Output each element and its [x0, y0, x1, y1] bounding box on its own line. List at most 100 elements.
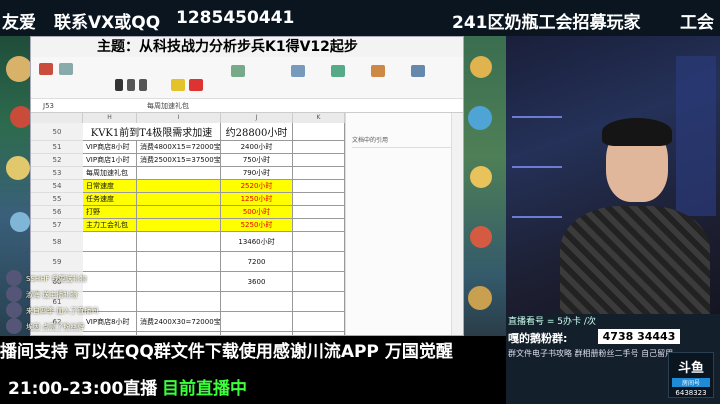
banner-contact: 联系VX或QQ — [54, 13, 161, 33]
font-color-icon[interactable] — [189, 79, 203, 91]
avatar — [6, 286, 22, 302]
spreadsheet-cell[interactable] — [293, 141, 345, 154]
row-header[interactable]: 50 — [31, 123, 83, 141]
avatar — [6, 270, 22, 286]
formula-content[interactable]: 每周加速礼包 — [147, 99, 189, 113]
spreadsheet-cell[interactable] — [293, 154, 345, 167]
cell-reference[interactable]: J53 — [43, 99, 83, 113]
spreadsheet-cell[interactable]: 13460小时 — [221, 232, 293, 252]
spreadsheet-cell[interactable] — [293, 206, 345, 219]
spreadsheet-cell[interactable] — [137, 180, 221, 193]
spreadsheet-cell[interactable]: VIP商店1小时 — [83, 154, 137, 167]
chat-message: 埃因 点亮了粉丝牌 — [26, 323, 85, 331]
row-header[interactable]: 56 — [31, 206, 83, 219]
paste-icon[interactable] — [39, 63, 53, 75]
spreadsheet-cell[interactable] — [293, 219, 345, 232]
merge-icon[interactable] — [291, 65, 305, 77]
spreadsheet-cell[interactable]: 约28800小时 — [221, 123, 293, 141]
logo-text: 斗鱼 — [677, 361, 704, 376]
streamer-body — [560, 206, 710, 314]
spreadsheet-cell[interactable] — [137, 193, 221, 206]
corner-header — [31, 113, 83, 123]
spreadsheet-cell[interactable]: 2400小时 — [221, 141, 293, 154]
banner-recruit: 241区奶瓶工会招募玩家 — [452, 13, 641, 33]
spreadsheet-cell[interactable] — [83, 252, 137, 272]
sort-icon[interactable] — [411, 65, 425, 77]
italic-icon[interactable] — [127, 79, 135, 91]
spreadsheet-cell[interactable]: KVK1前到T4极限需求加速 — [83, 123, 221, 141]
fan-group-number: 4738 34443 — [598, 329, 680, 344]
spreadsheet-cell[interactable] — [221, 312, 293, 332]
spreadsheet-cell[interactable] — [293, 252, 345, 272]
banner-qq: 1285450441 — [176, 8, 295, 28]
row-header[interactable]: 52 — [31, 154, 83, 167]
room-label: 房间号 — [672, 378, 710, 387]
spreadsheet-cell[interactable]: 1250小时 — [221, 193, 293, 206]
spreadsheet-cell[interactable] — [293, 312, 345, 332]
spreadsheet-cell[interactable] — [293, 180, 345, 193]
schedule-time: 21:00-23:00直播 — [8, 379, 158, 399]
rate-text: 直播看号 = 5办卡 /次 — [508, 317, 596, 327]
spreadsheet-cell[interactable] — [221, 292, 293, 312]
spreadsheet-cell[interactable]: 日常速度 — [83, 180, 137, 193]
spreadsheet-cell[interactable] — [83, 232, 137, 252]
insert-icon[interactable] — [371, 65, 385, 77]
douyu-logo: 斗鱼 房间号 6438323 — [668, 352, 714, 398]
schedule-bar: 21:00-23:00直播 目前直播中 — [0, 368, 506, 404]
spreadsheet-cell[interactable] — [137, 252, 221, 272]
column-header[interactable]: J — [221, 113, 293, 123]
spreadsheet-cell[interactable]: 消费2500X15=37500宝石 — [137, 154, 221, 167]
column-header[interactable]: K — [293, 113, 345, 123]
spreadsheet-cell[interactable]: 790小时 — [221, 167, 293, 180]
chat-message: SSHHF 我要送礼物 — [26, 275, 87, 283]
top-banner: 友爱 联系VX或QQ 1285450441 241区奶瓶工会招募玩家 工会 — [0, 0, 720, 36]
row-header[interactable]: 57 — [31, 219, 83, 232]
spreadsheet-cell[interactable]: 5250小时 — [221, 219, 293, 232]
row-header[interactable]: 59 — [31, 252, 83, 272]
spreadsheet-cell[interactable]: 3600 — [221, 272, 293, 292]
column-header[interactable]: H — [83, 113, 137, 123]
row-header[interactable]: 58 — [31, 232, 83, 252]
spreadsheet-cell[interactable] — [293, 292, 345, 312]
underline-icon[interactable] — [139, 79, 147, 91]
spreadsheet-cell[interactable] — [293, 193, 345, 206]
spreadsheet-cell[interactable] — [293, 123, 345, 141]
row-header[interactable]: 51 — [31, 141, 83, 154]
bold-icon[interactable] — [115, 79, 123, 91]
spreadsheet-cell[interactable] — [137, 232, 221, 252]
spreadsheet-cell[interactable]: 7200 — [221, 252, 293, 272]
spreadsheet-cell[interactable]: 消费4800X15=72000宝石 — [137, 141, 221, 154]
cut-icon[interactable] — [59, 63, 73, 75]
row-header[interactable]: 53 — [31, 167, 83, 180]
column-header[interactable]: I — [137, 113, 221, 123]
align-icon[interactable] — [231, 65, 245, 77]
spreadsheet-cell[interactable]: 750小时 — [221, 154, 293, 167]
spreadsheet-cell[interactable]: 打野 — [83, 206, 137, 219]
formula-bar[interactable]: J53 每周加速礼包 — [31, 99, 463, 113]
spreadsheet-cell[interactable] — [293, 167, 345, 180]
spreadsheet-cell[interactable] — [137, 206, 221, 219]
row-header[interactable]: 54 — [31, 180, 83, 193]
avatar — [6, 318, 22, 334]
spreadsheet-cell[interactable]: 任务速度 — [83, 193, 137, 206]
spreadsheet-cell[interactable]: 2520小时 — [221, 180, 293, 193]
side-panel: 文档中的引用 — [345, 113, 463, 335]
room-id: 6438323 — [675, 389, 707, 397]
spreadsheet-cell[interactable] — [137, 219, 221, 232]
spreadsheet-cell[interactable] — [293, 272, 345, 292]
spreadsheet-title: 主题：从科技战力分析步兵K1得V12起步 — [31, 37, 463, 57]
streamer-hair — [602, 118, 672, 146]
side-panel-header: 文档中的引用 — [352, 137, 389, 144]
spreadsheet-cell[interactable]: VIP商店8小时 — [83, 141, 137, 154]
chat-overlay: SSHHF 我要送礼物 淑海 送主播礼物 来自四季 加入了直播间 埃因 点亮了粉… — [4, 270, 154, 334]
spreadsheet-cell[interactable] — [293, 232, 345, 252]
group-files-text: 群文件电子书攻略 群相册粉丝二手号 自己留用 — [508, 349, 674, 358]
fill-color-icon[interactable] — [171, 79, 185, 91]
vertical-scrollbar[interactable] — [451, 113, 463, 335]
spreadsheet-cell[interactable]: 每周加速礼包 — [83, 167, 137, 180]
spreadsheet-cell[interactable]: 500小时 — [221, 206, 293, 219]
spreadsheet-cell[interactable] — [137, 167, 221, 180]
spreadsheet-cell[interactable]: 主力工会礼包 — [83, 219, 137, 232]
row-header[interactable]: 55 — [31, 193, 83, 206]
format-icon[interactable] — [331, 65, 345, 77]
